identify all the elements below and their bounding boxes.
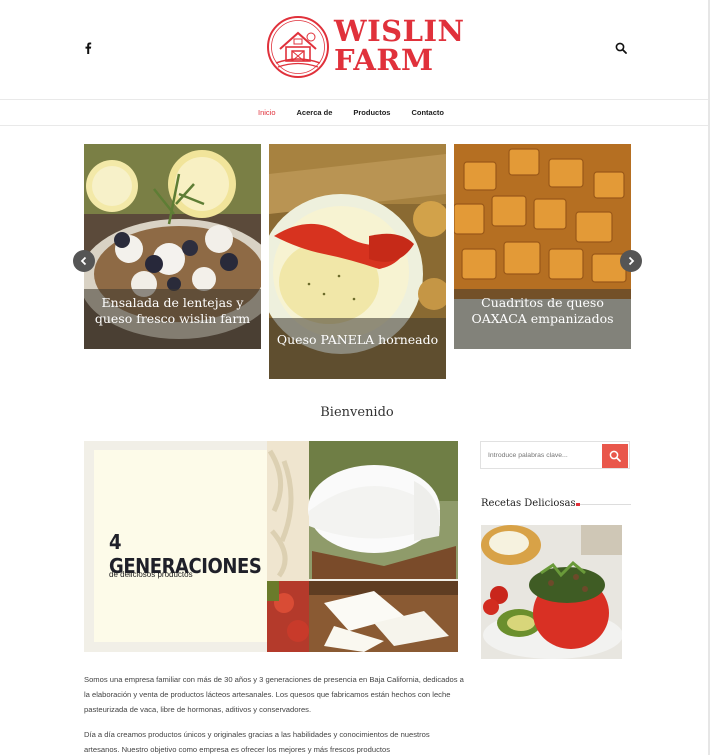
- about-paragraph: Somos una empresa familiar con más de 30…: [84, 675, 464, 714]
- nav-item-productos[interactable]: Productos: [353, 108, 390, 117]
- about-paragraph: Día a día creamos productos únicos y ori…: [84, 730, 430, 754]
- stuffed-tomato-photo: [481, 525, 622, 659]
- generations-banner: 4 GENERACIONES de deliciosos productos: [84, 441, 458, 652]
- slide-lentil-salad[interactable]: Ensalada de lentejas y queso fresco wisl…: [84, 144, 261, 349]
- main-navigation: Inicio Acerca de Productos Contacto: [0, 100, 708, 126]
- search-icon: [609, 450, 621, 462]
- brand-line-2: FARM: [334, 43, 434, 77]
- recipe-thumbnail[interactable]: [481, 525, 622, 659]
- site-logo[interactable]: WISLIN FARM: [266, 14, 464, 80]
- brand-line-1: WISLIN: [334, 14, 465, 48]
- search-button[interactable]: [602, 444, 628, 468]
- site-header: WISLIN FARM: [0, 0, 708, 100]
- slide-caption: Queso PANELA horneado: [269, 318, 446, 379]
- sidebar-section-title: Recetas Deliciosas: [481, 498, 576, 509]
- nav-item-inicio[interactable]: Inicio: [258, 108, 276, 117]
- welcome-heading: Bienvenido: [320, 405, 394, 420]
- farm-barn-logo-icon: [267, 16, 329, 78]
- slide-caption: Cuadritos de queso OAXACA empanizados: [454, 289, 631, 349]
- slide-panela-cheese[interactable]: Queso PANELA horneado: [269, 144, 446, 379]
- chevron-right-icon: [628, 256, 635, 266]
- facebook-icon[interactable]: [83, 42, 93, 54]
- slide-caption: Ensalada de lentejas y queso fresco wisl…: [84, 289, 261, 349]
- title-divider: [577, 504, 631, 505]
- brand-name: WISLIN FARM: [334, 17, 465, 75]
- search-input[interactable]: [481, 442, 603, 468]
- recipe-slider: Ensalada de lentejas y queso fresco wisl…: [0, 144, 708, 384]
- banner-card: 4 GENERACIONES de deliciosos productos: [94, 450, 267, 642]
- chevron-left-icon: [80, 256, 87, 266]
- slider-prev-button[interactable]: [73, 250, 95, 272]
- slider-next-button[interactable]: [620, 250, 642, 272]
- title-accent-dot: [576, 503, 580, 506]
- sidebar-search: [480, 441, 630, 469]
- search-icon[interactable]: [615, 42, 627, 54]
- nav-item-contacto[interactable]: Contacto: [411, 108, 444, 117]
- slide-oaxaca-cheese[interactable]: Cuadritos de queso OAXACA empanizados: [454, 144, 631, 349]
- about-text: Somos una empresa familiar con más de 30…: [84, 672, 464, 755]
- banner-subtitle: de deliciosos productos: [109, 570, 193, 579]
- nav-item-acerca-de[interactable]: Acerca de: [297, 108, 333, 117]
